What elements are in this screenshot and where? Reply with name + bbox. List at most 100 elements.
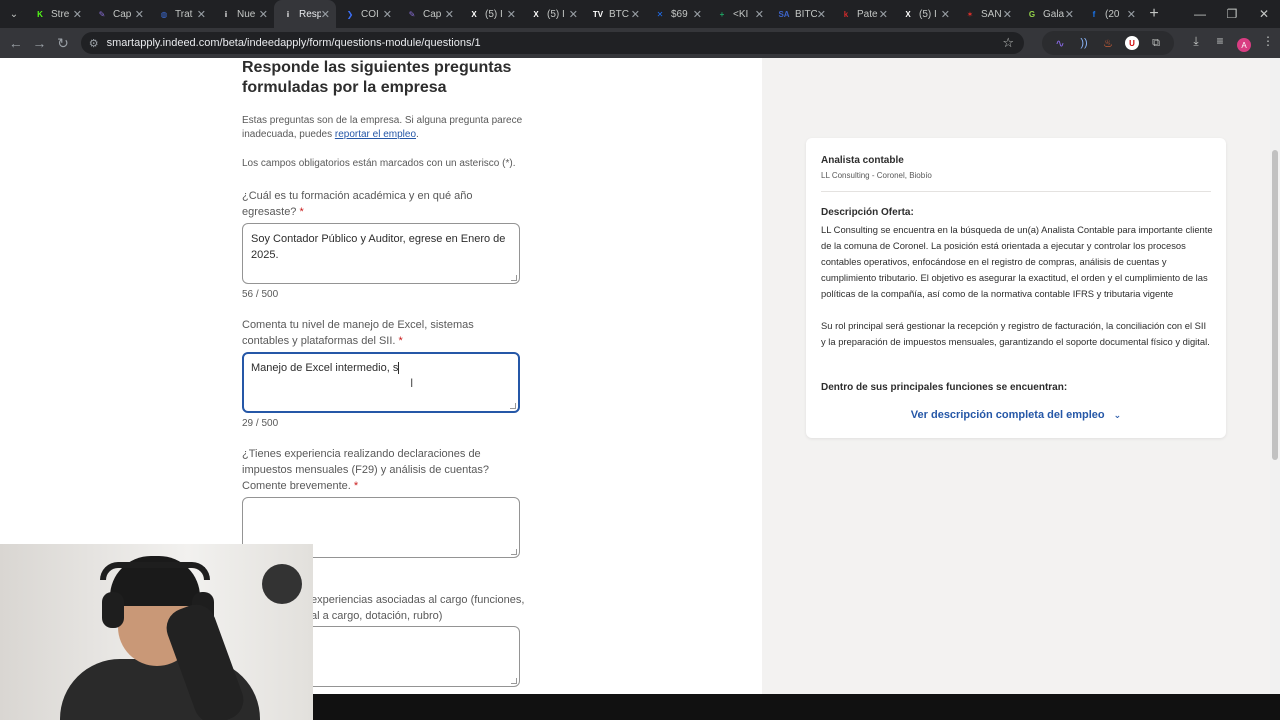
download-icon[interactable]: ⤓ (1184, 34, 1208, 52)
tab-close-icon[interactable]: ✕ (941, 8, 950, 21)
tab-close-icon[interactable]: ✕ (755, 8, 764, 21)
browser-tab[interactable]: K Stre ✕ (26, 0, 88, 28)
headphones-band (100, 562, 210, 580)
question-1-textarea[interactable]: Soy Contador Público y Auditor, egrese e… (242, 223, 520, 284)
tab-close-icon[interactable]: ✕ (73, 8, 82, 21)
site-info-icon[interactable]: ⚙ (89, 37, 99, 50)
question-3-label: ¿Tienes experiencia realizando declaraci… (242, 446, 522, 494)
question-1-char-count: 56 / 500 (242, 289, 279, 300)
tab-favicon-icon: f (1092, 9, 1096, 19)
tab-favicon-icon: TV (592, 9, 604, 19)
see-full-description-link[interactable]: Ver descripción completa del empleo ⌄ (806, 409, 1226, 421)
browser-tab[interactable]: X (5) I ✕ (522, 0, 584, 28)
extensions-group: ∿ )) ♨ U ⧉ (1042, 31, 1174, 55)
reload-icon[interactable]: ↻ (51, 35, 75, 52)
tab-close-icon[interactable]: ✕ (817, 8, 826, 21)
description-paragraph-2: Su rol principal será gestionar la recep… (821, 320, 1210, 347)
browser-tab[interactable]: X (5) I ✕ (894, 0, 956, 28)
extensions-puzzle-icon[interactable]: ⧉ (1144, 34, 1168, 52)
text-cursor-icon: I (410, 376, 414, 390)
browser-tab[interactable]: f (20 ✕ (1080, 0, 1142, 28)
question-1-text: ¿Cuál es tu formación académica y en qué… (242, 190, 473, 218)
tab-close-icon[interactable]: ✕ (1127, 8, 1136, 21)
browser-tab[interactable]: ✎ Cap ✕ (398, 0, 460, 28)
browser-tab-strip: ⌄ K Stre ✕ ✎ Cap ✕ ◍ Trat ✕ i Nue ✕ i Resp ✕ ❯ COI ✕ ✎ Cap ✕… (0, 0, 1280, 28)
resize-grip-icon[interactable] (511, 275, 517, 281)
extension-audio-icon[interactable]: )) (1072, 34, 1096, 52)
question-2-label: Comenta tu nivel de manejo de Excel, sis… (242, 317, 522, 349)
address-bar[interactable]: ⚙ smartapply.indeed.com/beta/indeedapply… (80, 32, 1024, 54)
question-2-textarea[interactable]: Manejo de Excel intermedio, s (242, 352, 520, 413)
tab-favicon-icon: + (719, 9, 725, 19)
tab-title: Gala (1043, 8, 1065, 20)
tab-title: (5) I (547, 8, 565, 20)
close-window-icon[interactable]: ✕ (1248, 7, 1280, 21)
tab-search-icon[interactable]: ⌄ (2, 0, 26, 28)
resize-grip-icon[interactable] (510, 403, 516, 409)
bookmark-star-icon[interactable]: ☆ (1002, 35, 1014, 51)
extension-wave-icon[interactable]: ∿ (1048, 34, 1072, 52)
tab-close-icon[interactable]: ✕ (135, 8, 144, 21)
tab-title: COI (361, 8, 379, 20)
text-caret (398, 362, 400, 375)
tab-close-icon[interactable]: ✕ (879, 8, 888, 21)
tab-close-icon[interactable]: ✕ (693, 8, 702, 21)
browser-tab[interactable]: ◍ Trat ✕ (150, 0, 212, 28)
browser-tab[interactable]: SA BITC ✕ (770, 0, 832, 28)
report-job-link[interactable]: reportar el empleo (335, 129, 416, 140)
browser-tab[interactable]: ✕ $69 ✕ (646, 0, 708, 28)
browser-tab[interactable]: X (5) I ✕ (460, 0, 522, 28)
browser-tab[interactable]: k Pate ✕ (832, 0, 894, 28)
tab-close-icon[interactable]: ✕ (445, 8, 454, 21)
question-2-answer: Manejo de Excel intermedio, s (251, 362, 399, 374)
tab-close-icon[interactable]: ✕ (631, 8, 640, 21)
restore-icon[interactable]: ❐ (1216, 7, 1248, 21)
tab-close-icon[interactable]: ✕ (259, 8, 268, 21)
tab-favicon-icon: SA (778, 9, 790, 19)
tab-close-icon[interactable]: ✕ (507, 8, 516, 21)
tab-title: BTC (609, 8, 629, 20)
page-scrollbar[interactable] (1270, 58, 1280, 694)
tab-close-icon[interactable]: ✕ (383, 8, 392, 21)
tab-title: Trat (175, 8, 193, 20)
required-asterisk: * (299, 206, 304, 218)
tab-title: Nue (237, 8, 256, 20)
minimize-icon[interactable]: — (1184, 7, 1216, 21)
browser-tab[interactable]: + <KI ✕ (708, 0, 770, 28)
functions-heading: Dentro de sus principales funciones se e… (821, 382, 1068, 393)
browser-tab[interactable]: ❯ COI ✕ (336, 0, 398, 28)
extension-fire-icon[interactable]: ♨ (1096, 34, 1120, 52)
new-tab-button[interactable]: + (1142, 5, 1166, 23)
question-2-text: Comenta tu nivel de manejo de Excel, sis… (242, 319, 474, 347)
tab-close-icon[interactable]: ✕ (569, 8, 578, 21)
browser-tab[interactable]: ✶ SAN ✕ (956, 0, 1018, 28)
profile-avatar[interactable]: A (1232, 34, 1256, 52)
browser-tab[interactable]: i Resp ✕ (274, 0, 336, 28)
extension-u-icon[interactable]: U (1120, 34, 1144, 52)
resize-grip-icon[interactable] (511, 549, 517, 555)
description-paragraph-1: LL Consulting se encuentra en la búsqued… (821, 224, 1213, 299)
tab-list: K Stre ✕ ✎ Cap ✕ ◍ Trat ✕ i Nue ✕ i Resp ✕ ❯ COI ✕ ✎ Cap ✕ X(… (26, 0, 1142, 28)
required-note: Los campos obligatorios están marcados c… (242, 158, 516, 169)
scrollbar-thumb[interactable] (1272, 150, 1278, 460)
browser-tab[interactable]: G Gala ✕ (1018, 0, 1080, 28)
tab-close-icon[interactable]: ✕ (1065, 8, 1074, 21)
tab-favicon-icon: X (471, 9, 477, 19)
tab-close-icon[interactable]: ✕ (197, 8, 206, 21)
browser-tab[interactable]: ✎ Cap ✕ (88, 0, 150, 28)
browser-tab[interactable]: TV BTC ✕ (584, 0, 646, 28)
tab-close-icon[interactable]: ✕ (321, 8, 330, 21)
tab-close-icon[interactable]: ✕ (1003, 8, 1012, 21)
resize-grip-icon[interactable] (511, 678, 517, 684)
media-control-icon[interactable]: ≡ (1208, 34, 1232, 52)
tab-title: (5) I (485, 8, 503, 20)
back-icon[interactable]: ← (4, 35, 28, 51)
microphone-icon (262, 564, 302, 604)
browser-tab[interactable]: i Nue ✕ (212, 0, 274, 28)
forward-icon[interactable]: → (28, 35, 52, 51)
tab-title: Resp (299, 8, 321, 20)
tab-title: (5) I (919, 8, 937, 20)
tab-title: SAN (981, 8, 1002, 20)
job-summary-card: Analista contable LL Consulting - Corone… (806, 138, 1226, 438)
menu-dots-icon[interactable]: ⋮ (1256, 34, 1280, 52)
